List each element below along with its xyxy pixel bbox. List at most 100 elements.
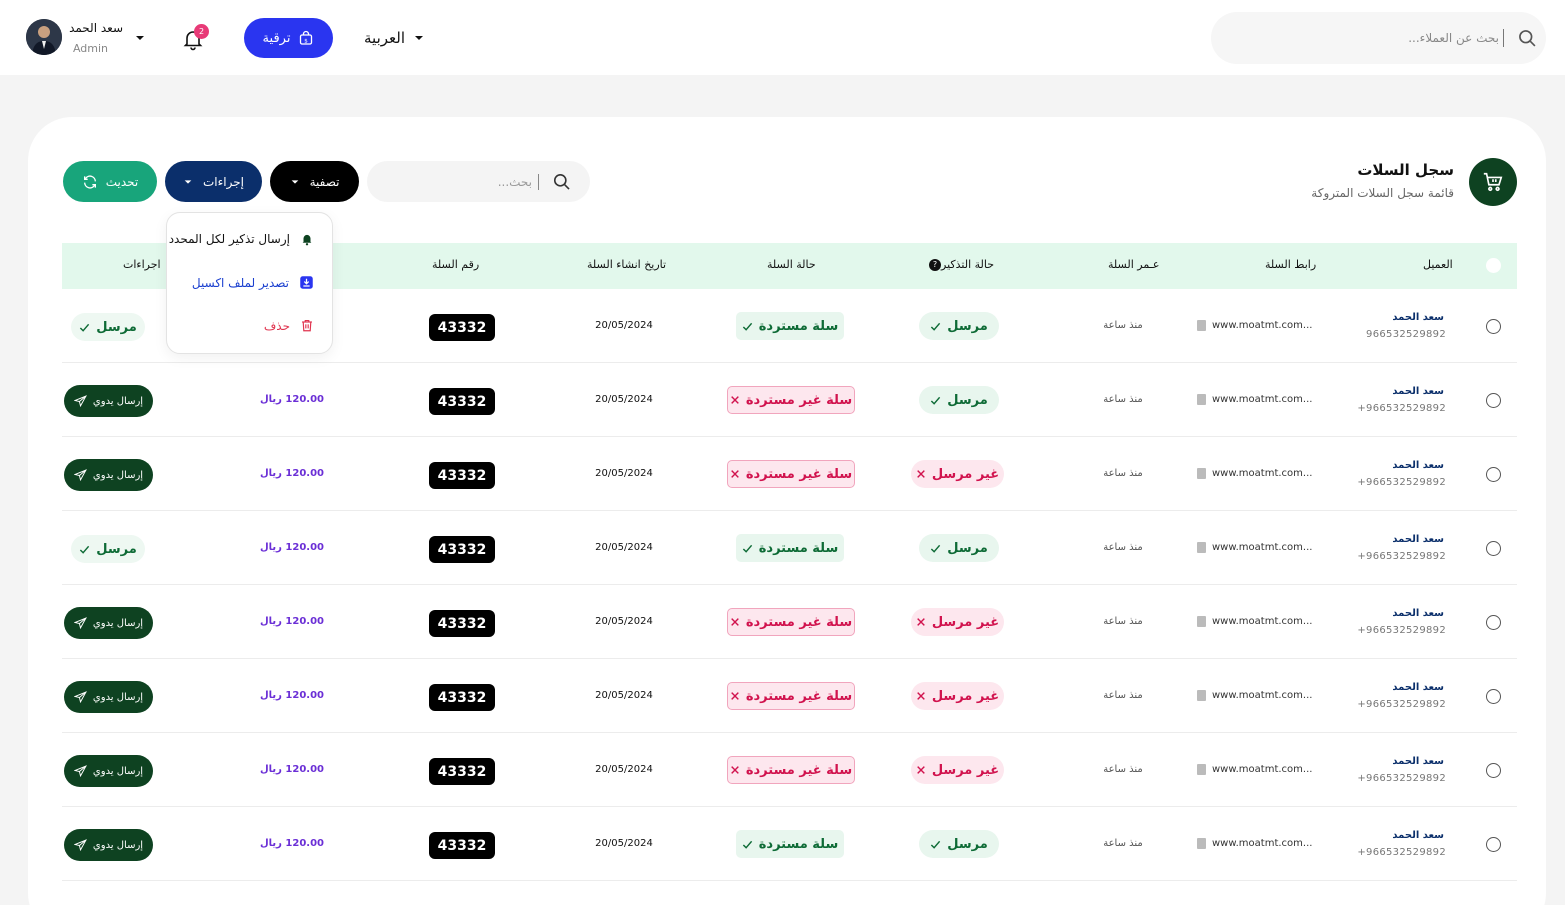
refresh-button[interactable]: تحديث	[63, 161, 157, 202]
menu-item-export-excel[interactable]: تصدير لملف اكسيل	[192, 275, 314, 290]
manual-send-button[interactable]: إرسال يدوي	[64, 459, 153, 491]
document-icon	[1197, 616, 1206, 627]
manual-send-button[interactable]: إرسال يدوي	[64, 607, 153, 639]
row-checkbox[interactable]	[1486, 393, 1501, 408]
client-name[interactable]: سعد الحمد	[1322, 460, 1444, 471]
language-selector[interactable]: العربية	[364, 26, 425, 50]
row-checkbox[interactable]	[1486, 541, 1501, 556]
profile-chevron-down-icon[interactable]	[134, 32, 146, 44]
row-checkbox[interactable]	[1486, 689, 1501, 704]
check-icon	[931, 322, 941, 331]
sent-badge: مرسل	[71, 313, 145, 341]
client-phone: +966532529892	[1357, 625, 1446, 636]
client-phone: 966532529892	[1366, 329, 1446, 340]
sent-badge-label: مرسل	[96, 541, 137, 557]
close-icon	[916, 618, 925, 626]
cart-link[interactable]: www.moatmt.com...	[1197, 542, 1312, 553]
actions-label: إجراءات	[203, 174, 244, 189]
manual-send-label: إرسال يدوي	[92, 395, 144, 407]
column-actions: اجراءات	[123, 258, 161, 271]
row-checkbox[interactable]	[1486, 763, 1501, 778]
reminder-status-label: غير مرسل	[931, 762, 1000, 778]
reminder-status-badge: غير مرسل	[911, 682, 1004, 710]
cart-number-badge: 43332	[429, 684, 495, 711]
created-date: 20/05/2024	[595, 616, 653, 627]
sent-badge: مرسل	[71, 535, 145, 563]
client-name[interactable]: سعد الحمد	[1322, 830, 1444, 841]
cart-link[interactable]: www.moatmt.com...	[1197, 764, 1312, 775]
column-cart-link[interactable]: رابط السلة	[1265, 258, 1316, 271]
row-checkbox[interactable]	[1486, 615, 1501, 630]
column-reminder-status[interactable]: ? حالة التذكير	[925, 258, 994, 271]
avatar[interactable]	[26, 19, 62, 55]
cart-status-label: سلة مستردة	[758, 318, 839, 334]
cart-status-label: سلة غير مستردة	[745, 392, 853, 408]
cart-amount: 120.00 ريال	[259, 838, 325, 849]
manual-send-button[interactable]: إرسال يدوي	[64, 385, 153, 417]
send-icon	[73, 469, 87, 481]
manual-send-button[interactable]: إرسال يدوي	[64, 755, 153, 787]
cart-link[interactable]: www.moatmt.com...	[1197, 468, 1312, 479]
column-cart-number[interactable]: رقم السلة	[432, 258, 479, 271]
table-search-input[interactable]	[382, 170, 532, 194]
client-name[interactable]: سعد الحمد	[1322, 534, 1444, 545]
document-icon	[1197, 542, 1206, 553]
client-name[interactable]: سعد الحمد	[1322, 608, 1444, 619]
row-checkbox[interactable]	[1486, 467, 1501, 482]
column-created-date[interactable]: تاريخ انشاء السلة	[587, 258, 666, 271]
row-checkbox[interactable]	[1486, 837, 1501, 852]
row-checkbox[interactable]	[1486, 319, 1501, 334]
cart-link[interactable]: www.moatmt.com...	[1197, 394, 1312, 405]
question-icon[interactable]: ?	[929, 259, 941, 271]
column-client[interactable]: العميل	[1423, 258, 1453, 271]
select-all-checkbox[interactable]	[1486, 258, 1501, 273]
refresh-label: تحديث	[105, 174, 139, 189]
global-search[interactable]	[1211, 12, 1546, 64]
cart-status-label: سلة غير مستردة	[745, 614, 853, 630]
menu-item-send-reminder-all[interactable]: إرسال تذكير لكل المحدد	[169, 232, 314, 246]
cart-link[interactable]: www.moatmt.com...	[1197, 616, 1312, 627]
cart-link[interactable]: www.moatmt.com...	[1197, 838, 1312, 849]
global-search-input[interactable]	[1231, 26, 1499, 50]
client-name[interactable]: سعد الحمد	[1322, 756, 1444, 767]
check-icon	[931, 396, 941, 405]
manual-send-button[interactable]: إرسال يدوي	[64, 681, 153, 713]
actions-button[interactable]: إجراءات	[165, 161, 262, 202]
upgrade-label: ترقية	[262, 30, 291, 46]
column-cart-status[interactable]: حالة السلة	[767, 258, 816, 271]
menu-item-delete[interactable]: حذف	[264, 318, 314, 333]
client-name[interactable]: سعد الحمد	[1322, 386, 1444, 397]
send-icon	[73, 839, 87, 851]
manual-send-button[interactable]: إرسال يدوي	[64, 829, 153, 861]
search-divider	[538, 174, 539, 190]
language-label: العربية	[364, 29, 405, 47]
trash-icon	[302, 319, 312, 332]
created-date: 20/05/2024	[595, 320, 653, 331]
check-icon	[742, 840, 752, 849]
reminder-status-label: مرسل	[947, 836, 988, 852]
close-icon	[730, 396, 739, 404]
sent-badge-label: مرسل	[96, 319, 137, 335]
reminder-status-label: غير مرسل	[931, 688, 1000, 704]
client-name[interactable]: سعد الحمد	[1322, 682, 1444, 693]
close-icon	[916, 766, 925, 774]
send-icon	[73, 617, 87, 629]
upgrade-button[interactable]: ترقية $	[244, 18, 333, 58]
filter-button[interactable]: تصفية	[270, 161, 359, 202]
created-date: 20/05/2024	[595, 468, 653, 479]
cart-link[interactable]: www.moatmt.com...	[1197, 320, 1312, 331]
client-name[interactable]: سعد الحمد	[1322, 312, 1444, 323]
table-search[interactable]	[367, 161, 590, 202]
table-row: سعد الحمد +966532529892 www.moatmt.com... م…	[62, 437, 1517, 511]
reminder-status-label: مرسل	[947, 318, 988, 334]
close-icon	[916, 470, 925, 478]
document-icon	[1197, 764, 1206, 775]
manual-send-label: إرسال يدوي	[92, 765, 144, 777]
cart-age: منذ ساعة	[1103, 838, 1143, 849]
shopping-bag-icon: $	[300, 30, 313, 45]
reminder-status-badge: مرسل	[919, 386, 999, 414]
cart-number-badge: 43332	[429, 314, 495, 341]
document-icon	[1197, 394, 1206, 405]
cart-link[interactable]: www.moatmt.com...	[1197, 690, 1312, 701]
column-cart-age[interactable]: عـمر السلة	[1108, 258, 1159, 271]
